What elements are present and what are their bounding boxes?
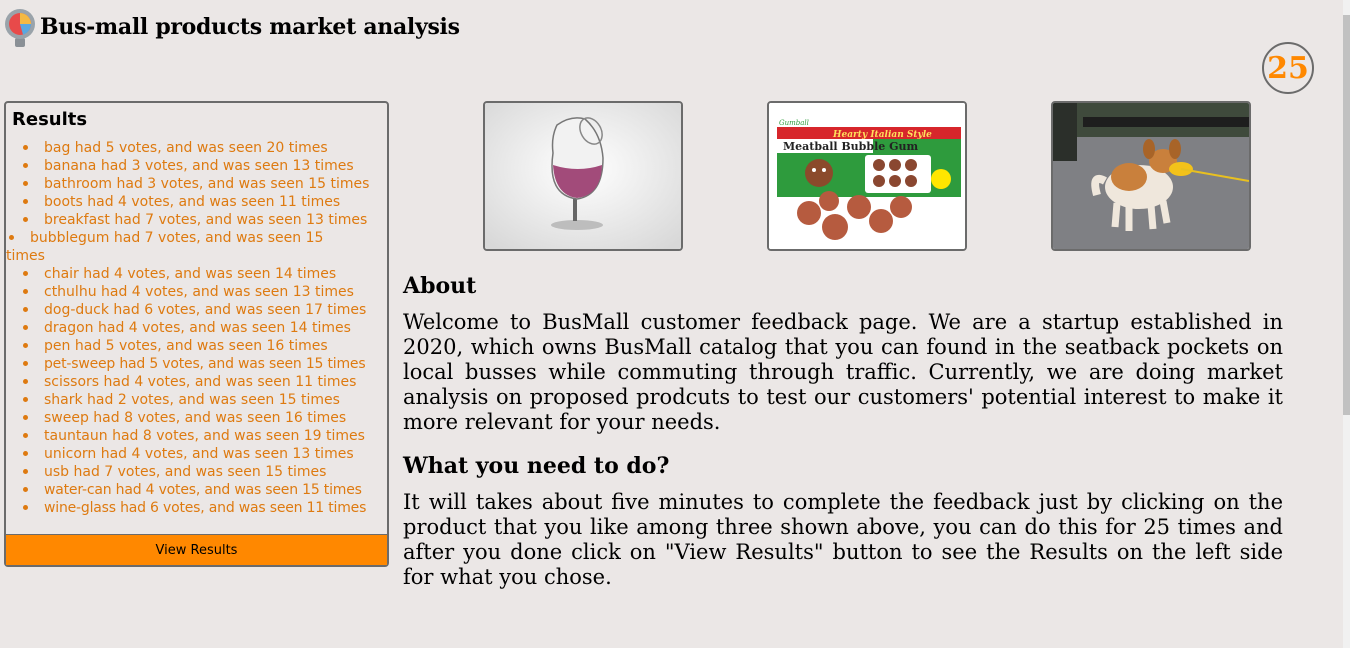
- results-list-item: unicorn had 4 votes, and was seen 13 tim…: [20, 445, 384, 463]
- results-list-item: wine-glass had 6 votes, and was seen 11 …: [20, 499, 384, 517]
- page-title: Bus-mall products market analysis: [40, 14, 460, 40]
- results-list-item: water-can had 4 votes, and was seen 15 t…: [20, 481, 384, 499]
- results-list-item: sweep had 8 votes, and was seen 16 times: [20, 409, 384, 427]
- results-list-item: shark had 2 votes, and was seen 15 times: [20, 391, 384, 409]
- results-list-item: chair had 4 votes, and was seen 14 times: [20, 265, 384, 283]
- results-list-item: pet-sweep had 5 votes, and was seen 15 t…: [20, 355, 384, 373]
- results-list-item: usb had 7 votes, and was seen 15 times: [20, 463, 384, 481]
- page-scrollbar[interactable]: [1343, 0, 1350, 648]
- results-list-item: boots had 4 votes, and was seen 11 times: [20, 193, 384, 211]
- results-list-item: scissors had 4 votes, and was seen 11 ti…: [20, 373, 384, 391]
- view-results-button[interactable]: View Results: [6, 534, 387, 565]
- dog-duck-image: [1053, 103, 1249, 249]
- results-list-item: bag had 5 votes, and was seen 20 times: [20, 139, 384, 157]
- product-image-dog-duck[interactable]: [1051, 101, 1251, 251]
- results-list-item: bathroom had 3 votes, and was seen 15 ti…: [20, 175, 384, 193]
- instructions-text: It will takes about five minutes to comp…: [403, 490, 1283, 589]
- about-heading: About: [403, 273, 477, 299]
- scrollbar-thumb[interactable]: [1343, 15, 1350, 415]
- about-text: Welcome to BusMall customer feedback pag…: [403, 310, 1283, 434]
- rounds-remaining-counter: 25: [1262, 42, 1314, 94]
- results-list-item: banana had 3 votes, and was seen 13 time…: [20, 157, 384, 175]
- results-list-item: bubblegum had 7 votes, and was seen 15 t…: [6, 229, 344, 265]
- instructions-heading: What you need to do?: [403, 453, 670, 479]
- results-list-item: cthulhu had 4 votes, and was seen 13 tim…: [20, 283, 384, 301]
- results-list-item: dragon had 4 votes, and was seen 14 time…: [20, 319, 384, 337]
- bubblegum-banner: Hearty Italian Style: [832, 130, 932, 140]
- bubblegum-image: Gumball Hearty Italian Style Meatball Bu…: [769, 103, 965, 249]
- results-list-item: pen had 5 votes, and was seen 16 times: [20, 337, 384, 355]
- wine-glass-image: [485, 103, 681, 249]
- pie-chart-marker-icon: [5, 9, 35, 47]
- product-image-wine-glass[interactable]: [483, 101, 683, 251]
- results-list-item: breakfast had 7 votes, and was seen 13 t…: [20, 211, 384, 229]
- bubblegum-product-name: Meatball Bubble Gum: [783, 140, 918, 153]
- results-list-item: tauntaun had 8 votes, and was seen 19 ti…: [20, 427, 384, 445]
- product-image-bubblegum[interactable]: Gumball Hearty Italian Style Meatball Bu…: [767, 101, 967, 251]
- results-list: bag had 5 votes, and was seen 20 times b…: [6, 139, 384, 517]
- results-list-item: dog-duck had 6 votes, and was seen 17 ti…: [20, 301, 384, 319]
- results-heading: Results: [12, 109, 88, 130]
- results-panel: Results bag had 5 votes, and was seen 20…: [4, 101, 389, 567]
- svg-text:Gumball: Gumball: [779, 119, 809, 127]
